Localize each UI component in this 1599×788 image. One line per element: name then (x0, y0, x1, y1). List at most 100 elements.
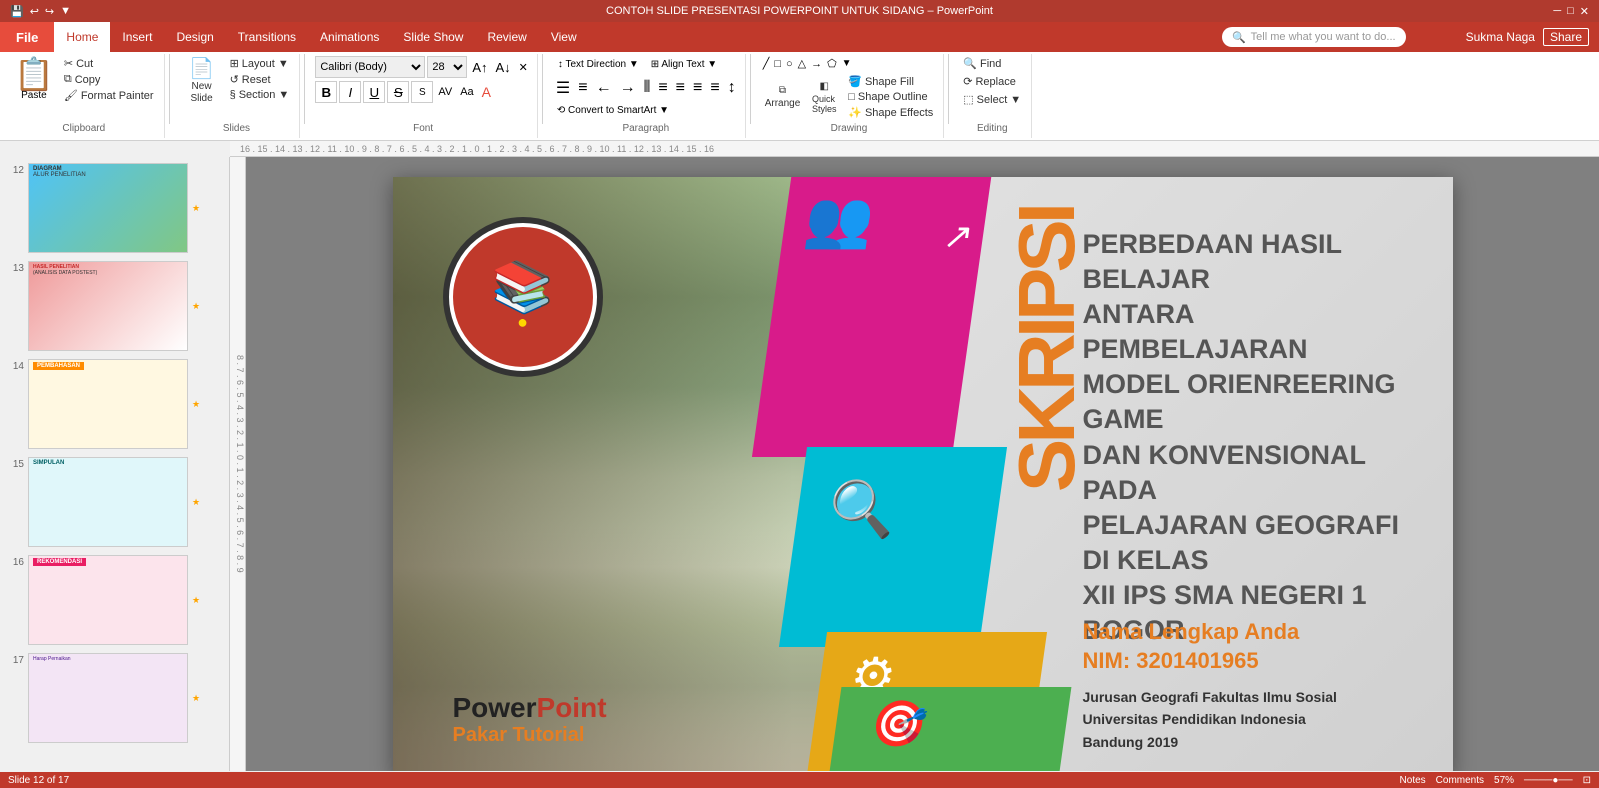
align-text-btn[interactable]: ⊞ Align Text ▼ (646, 56, 722, 73)
cut-button[interactable]: ✂ Cut (60, 56, 158, 71)
font-label: Font (413, 123, 433, 136)
menu-transitions[interactable]: Transitions (226, 22, 308, 52)
quick-styles-button[interactable]: ◧ QuickStyles (806, 78, 842, 117)
shape-fill-btn[interactable]: 🪣 Shape Fill (844, 74, 937, 89)
shape-arrow[interactable]: → (809, 57, 824, 71)
customize-icon[interactable]: ▼ (60, 5, 71, 17)
underline-button[interactable]: U (363, 81, 385, 103)
shape-line[interactable]: ╱ (761, 56, 772, 71)
strikethrough-button[interactable]: S (387, 81, 409, 103)
status-right: Notes Comments 57% ────●── ⊡ (1400, 775, 1591, 786)
bullet-list-btn[interactable]: ☰ (553, 76, 573, 100)
slide-thumb-17[interactable]: 17 Harap Pernaikan ★ (4, 651, 225, 745)
layout-button[interactable]: ⊞ Layout ▼ (226, 56, 294, 71)
menu-view[interactable]: View (539, 22, 589, 52)
shadow-button[interactable]: S (411, 81, 433, 103)
select-button[interactable]: ⬚ Select ▼ (959, 92, 1025, 107)
shape-rect[interactable]: □ (772, 57, 783, 71)
replace-button[interactable]: ⟳ Replace (959, 74, 1020, 89)
shape-pentagon[interactable]: ⬠ (825, 56, 839, 71)
convert-smartart-btn[interactable]: ⟲ Convert to SmartArt ▼ (553, 103, 673, 118)
menu-design[interactable]: Design (164, 22, 225, 52)
text-direction-btn[interactable]: ↕ Text Direction ▼ (553, 56, 644, 73)
font-color-btn[interactable]: A (479, 83, 494, 101)
slide-thumb-16[interactable]: 16 REKOMENDASI ★ (4, 553, 225, 647)
font-size-down-btn[interactable]: A↓ (493, 59, 514, 76)
justify-btn[interactable]: ≡ (707, 77, 722, 99)
arrange-label: Arrange (765, 98, 801, 109)
menu-slideshow[interactable]: Slide Show (391, 22, 475, 52)
slide-thumb-13[interactable]: 13 HASIL PENELITIAN (ANALISIS DATA POSTE… (4, 259, 225, 353)
columns-btn[interactable]: ⫴ (641, 77, 654, 99)
font-size-select[interactable]: 28 (427, 56, 467, 78)
slide-num-15: 15 (6, 457, 24, 470)
canvas-area[interactable]: 👥 ↗ 🔍 ⚙ 🎯 � (246, 157, 1599, 771)
main-area: 12 DIAGRAM ALUR PENELITIAN ★ 13 HASIL PE… (0, 157, 1599, 771)
menu-insert[interactable]: Insert (110, 22, 164, 52)
shape-fill-icon: 🪣 (848, 75, 862, 88)
align-left-btn[interactable]: ≡ (655, 77, 670, 99)
new-slide-button[interactable]: 📄 NewSlide (180, 56, 224, 108)
line-spacing-btn[interactable]: ↕ (725, 77, 739, 99)
search-box[interactable]: 🔍 Tell me what you want to do... (1222, 27, 1406, 47)
notes-btn[interactable]: Notes (1400, 775, 1426, 786)
slide-star-16: ★ (192, 595, 200, 606)
bold-button[interactable]: B (315, 81, 337, 103)
save-icon[interactable]: 💾 (10, 5, 24, 18)
slides-content: 📄 NewSlide ⊞ Layout ▼ ↺ Reset § Section … (180, 56, 294, 123)
arrange-button[interactable]: ⧉ Arrange (761, 82, 805, 112)
increase-indent-btn[interactable]: → (617, 77, 639, 99)
section-button[interactable]: § Section ▼ (226, 88, 294, 102)
menu-home[interactable]: Home (54, 22, 110, 52)
restore-btn[interactable]: □ (1567, 5, 1574, 17)
font-size-up-btn[interactable]: A↑ (469, 59, 490, 76)
minimize-btn[interactable]: ─ (1553, 5, 1561, 17)
decrease-indent-btn[interactable]: ← (593, 77, 615, 99)
paste-label: Paste (21, 90, 47, 101)
copy-button[interactable]: ⧉ Copy (60, 72, 158, 87)
shape-cyan: 🔍 (778, 447, 1006, 647)
reset-button[interactable]: ↺ Reset (226, 72, 294, 87)
zoom-slider[interactable]: ────●── (1524, 775, 1573, 786)
align-center-btn[interactable]: ≡ (673, 77, 688, 99)
slide-num-14: 14 (6, 359, 24, 372)
format-painter-button[interactable]: 🖌 Format Painter (60, 88, 158, 103)
fit-slide-btn[interactable]: ⊡ (1583, 775, 1591, 786)
shapes-more[interactable]: ▼ (840, 57, 854, 70)
clear-format-btn[interactable]: ✕ (516, 60, 531, 75)
undo-icon[interactable]: ↩ (30, 5, 39, 18)
slide-thumb-12[interactable]: 12 DIAGRAM ALUR PENELITIAN ★ (4, 161, 225, 255)
slide-thumb-14[interactable]: 14 PEMBAHASAN ★ (4, 357, 225, 451)
new-slide-icon: 📄 (189, 59, 214, 79)
shape-ellipse[interactable]: ○ (784, 57, 795, 71)
editing-group: 🔍 Find ⟳ Replace ⬚ Select ▼ Editing (953, 54, 1032, 138)
find-button[interactable]: 🔍 Find (959, 56, 1005, 71)
shape-effects-btn[interactable]: ✨ Shape Effects (844, 105, 937, 120)
font-family-select[interactable]: Calibri (Body) (315, 56, 425, 78)
italic-button[interactable]: I (339, 81, 361, 103)
slide-star-13: ★ (192, 301, 200, 312)
user-name[interactable]: Sukma Naga (1466, 30, 1535, 44)
menu-review[interactable]: Review (475, 22, 538, 52)
reset-label: Reset (242, 74, 271, 86)
drawing-content: ╱ □ ○ △ → ⬠ ▼ ⧉ Arrange ◧ QuickStyles (761, 56, 938, 123)
shape-triangle[interactable]: △ (796, 56, 808, 71)
redo-icon[interactable]: ↪ (45, 5, 54, 18)
format-painter-label: Format Painter (81, 90, 154, 102)
comments-btn[interactable]: Comments (1436, 775, 1484, 786)
share-btn[interactable]: Share (1543, 28, 1589, 46)
find-icon: 🔍 (963, 57, 977, 70)
slide-img-12: DIAGRAM ALUR PENELITIAN (28, 163, 188, 253)
change-case-btn[interactable]: Aa (457, 85, 476, 99)
shapes-row: ╱ □ ○ △ → ⬠ ▼ (761, 56, 891, 71)
align-right-btn[interactable]: ≡ (690, 77, 705, 99)
paste-button[interactable]: 📋 Paste (10, 56, 58, 103)
slide-thumb-15[interactable]: 15 SIMPULAN ★ (4, 455, 225, 549)
menu-animations[interactable]: Animations (308, 22, 391, 52)
font-spacing-btn[interactable]: AV (435, 85, 455, 99)
shape-outline-btn[interactable]: □ Shape Outline (844, 90, 937, 104)
menu-file[interactable]: File (0, 22, 54, 52)
close-btn[interactable]: ✕ (1580, 5, 1589, 18)
numbered-list-btn[interactable]: ≡ (575, 77, 590, 99)
para-row3: ⟲ Convert to SmartArt ▼ (553, 103, 673, 118)
